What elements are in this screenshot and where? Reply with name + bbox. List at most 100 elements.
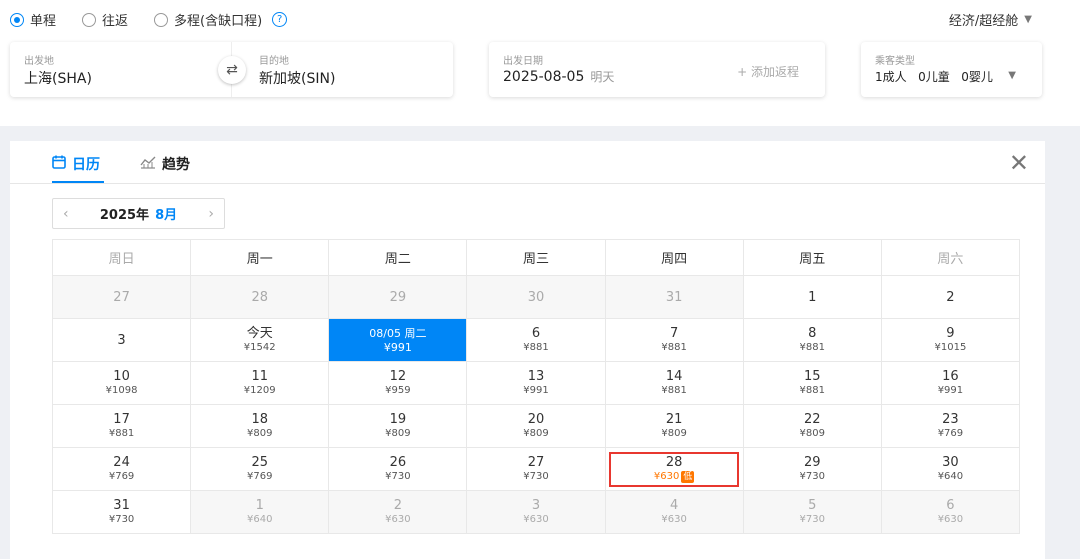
calendar-day-cell[interactable]: 3 ¥630 bbox=[466, 490, 606, 534]
origin-field[interactable]: 上海(SHA) bbox=[24, 68, 92, 88]
calendar-day-cell[interactable]: 26 ¥730 bbox=[328, 447, 468, 491]
swap-icon[interactable]: ⇄ bbox=[218, 56, 246, 84]
calendar-day-cell[interactable]: 2 ¥630 bbox=[328, 490, 468, 534]
calendar-day-cell[interactable]: 13 ¥991 bbox=[466, 361, 606, 405]
calendar-day-cell[interactable]: 08/05 周二 ¥991 bbox=[328, 318, 468, 362]
calendar-day-cell[interactable]: 16 ¥991 bbox=[880, 361, 1021, 405]
day-number: 2 bbox=[393, 497, 402, 513]
day-price: ¥809 bbox=[329, 427, 466, 441]
calendar-day-cell[interactable]: 14 ¥881 bbox=[604, 361, 744, 405]
price-value: ¥991 bbox=[523, 384, 549, 396]
price-value: ¥769 bbox=[246, 470, 273, 482]
chevron-down-icon: ▼ bbox=[1008, 70, 1016, 81]
calendar-day-cell[interactable]: 17 ¥881 bbox=[51, 404, 192, 448]
weekday-header: 周四 bbox=[604, 239, 744, 276]
calendar-day-cell[interactable]: 31 ¥730 bbox=[51, 490, 192, 534]
cabin-class-select[interactable]: 经济/超经舱 ▼ bbox=[949, 10, 1032, 29]
calendar-day-cell[interactable]: 15 ¥881 bbox=[742, 361, 882, 405]
calendar-day-cell[interactable]: 7 ¥881 bbox=[604, 318, 744, 362]
calendar-day-cell[interactable]: 12 ¥959 bbox=[328, 361, 468, 405]
calendar-day-cell[interactable]: 18 ¥809 bbox=[190, 404, 330, 448]
day-price: ¥630 bbox=[606, 513, 743, 527]
help-icon[interactable]: ? bbox=[272, 12, 288, 27]
lowest-price-badge: 低 bbox=[681, 470, 695, 483]
destination-field[interactable]: 新加坡(SIN) bbox=[259, 68, 335, 88]
day-price: ¥630 bbox=[467, 513, 604, 527]
price-value: ¥809 bbox=[385, 427, 411, 439]
calendar-day-cell[interactable]: 19 ¥809 bbox=[328, 404, 468, 448]
chevron-left-icon[interactable]: ‹ bbox=[63, 206, 69, 222]
price-value: ¥730 bbox=[385, 470, 411, 482]
calendar-day-cell[interactable]: 8 ¥881 bbox=[742, 318, 882, 362]
calendar-day-cell[interactable]: 24 ¥769 bbox=[51, 447, 192, 491]
depart-date-value: 2025-08-05 bbox=[503, 69, 585, 85]
calendar-day-cell[interactable]: 1 bbox=[742, 275, 882, 319]
radio-selected-icon bbox=[10, 12, 24, 27]
calendar-day-cell[interactable]: 23 ¥769 bbox=[880, 404, 1021, 448]
chevron-down-icon: ▼ bbox=[1024, 14, 1032, 25]
trip-type-label: 多程(含缺口程) bbox=[174, 14, 263, 29]
calendar-day-cell[interactable]: 10 ¥1098 bbox=[51, 361, 192, 405]
tab-trend[interactable]: 趋势 bbox=[140, 154, 190, 174]
price-value: ¥809 bbox=[523, 427, 549, 439]
trip-type-oneway[interactable]: 单程 bbox=[10, 10, 56, 29]
calendar-day-cell[interactable]: 30 ¥640 bbox=[880, 447, 1021, 491]
day-price: ¥640 bbox=[882, 470, 1019, 484]
calendar-day-cell[interactable]: 1 ¥640 bbox=[190, 490, 330, 534]
calendar-day-cell[interactable]: 今天 ¥1542 bbox=[190, 318, 330, 362]
close-icon[interactable]: ✕ bbox=[1009, 151, 1029, 175]
calendar-day-cell[interactable]: 29 ¥730 bbox=[742, 447, 882, 491]
add-return-button[interactable]: + 添加返程 bbox=[737, 63, 799, 80]
calendar-day-cell[interactable]: 6 ¥881 bbox=[466, 318, 606, 362]
day-number: 16 bbox=[942, 368, 959, 384]
calendar-day-cell[interactable]: 28 ¥630 低 bbox=[604, 447, 744, 491]
calendar-day-cell[interactable]: 4 ¥630 bbox=[604, 490, 744, 534]
calendar-day-cell[interactable]: 21 ¥809 bbox=[604, 404, 744, 448]
price-value: ¥640 bbox=[246, 513, 273, 525]
calendar-day-cell[interactable]: 2 bbox=[880, 275, 1021, 319]
day-price: ¥991 bbox=[467, 384, 604, 398]
day-number: 7 bbox=[669, 325, 679, 341]
tab-calendar[interactable]: 日历 bbox=[52, 154, 100, 174]
weekday-header-row: 周日 周一 周二 周三 周四 周五 周六 bbox=[51, 239, 1021, 276]
calendar-day-cell[interactable]: 3 bbox=[51, 318, 192, 362]
day-price: ¥769 bbox=[191, 470, 328, 484]
calendar-day-cell[interactable]: 27 ¥730 bbox=[466, 447, 606, 491]
day-number: 6 bbox=[946, 497, 955, 513]
day-price: ¥809 bbox=[606, 427, 743, 441]
depart-date-hint: 明天 bbox=[590, 70, 615, 84]
children-count: 0儿童 bbox=[918, 70, 950, 84]
calendar-day-cell[interactable]: 6 ¥630 bbox=[880, 490, 1021, 534]
day-price: ¥1542 bbox=[191, 341, 328, 355]
price-value: ¥881 bbox=[799, 384, 825, 396]
depart-label: 出发日期 bbox=[503, 56, 543, 67]
trip-type-roundtrip[interactable]: 往返 bbox=[82, 10, 128, 29]
chevron-right-icon[interactable]: › bbox=[208, 206, 214, 222]
calendar-day-cell[interactable]: 25 ¥769 bbox=[190, 447, 330, 491]
calendar-day-cell[interactable]: 20 ¥809 bbox=[466, 404, 606, 448]
day-number: 26 bbox=[389, 454, 407, 470]
calendar-day-cell[interactable]: 5 ¥730 bbox=[742, 490, 882, 534]
passenger-card[interactable]: 乘客类型 1成人 0儿童 0婴儿 ▼ bbox=[861, 42, 1042, 97]
day-price: ¥730 bbox=[744, 470, 881, 484]
weekday-header: 周日 bbox=[51, 239, 192, 276]
day-number: 13 bbox=[527, 368, 545, 384]
depart-date-field[interactable]: 2025-08-05 明天 bbox=[503, 68, 614, 85]
month-label: 2025年 8月 bbox=[100, 204, 177, 223]
calendar-day-cell[interactable]: 22 ¥809 bbox=[742, 404, 882, 448]
price-value: ¥881 bbox=[523, 341, 549, 353]
weekday-header: 周二 bbox=[328, 239, 468, 276]
tab-label: 日历 bbox=[72, 157, 100, 173]
price-value: ¥881 bbox=[799, 341, 825, 353]
day-number: 29 bbox=[804, 454, 821, 470]
day-number: 24 bbox=[113, 454, 130, 470]
day-number: 23 bbox=[942, 411, 959, 427]
day-number: 21 bbox=[665, 411, 683, 427]
price-value: ¥630 bbox=[937, 513, 964, 525]
calendar-day-cell[interactable]: 9 ¥1015 bbox=[880, 318, 1021, 362]
price-value: ¥630 bbox=[523, 513, 549, 525]
calendar-body: 27 28 29 30 31 1 2 3 今天 ¥1542 08/05 周二 ¥991 6 ¥881 7 ¥8… bbox=[51, 275, 1021, 534]
calendar-day-cell[interactable]: 11 ¥1209 bbox=[190, 361, 330, 405]
radio-icon bbox=[82, 12, 97, 27]
trip-type-multicity[interactable]: 多程(含缺口程) bbox=[154, 10, 262, 29]
